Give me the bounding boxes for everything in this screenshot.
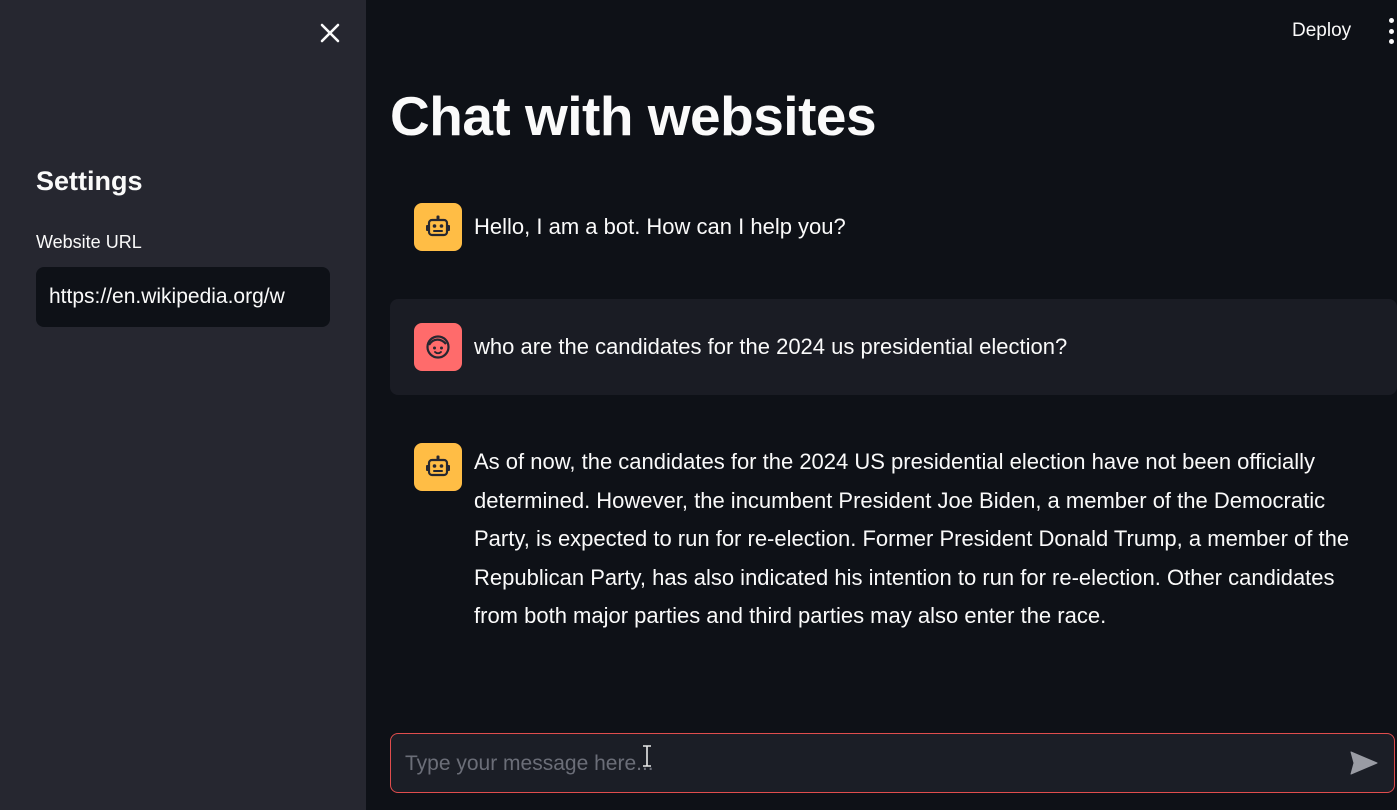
bot-avatar xyxy=(414,203,462,251)
deploy-button[interactable]: Deploy xyxy=(1280,14,1363,48)
website-url-input[interactable] xyxy=(36,267,330,327)
message-text: who are the candidates for the 2024 us p… xyxy=(474,334,1068,359)
website-url-label: Website URL xyxy=(36,232,142,252)
send-button[interactable] xyxy=(1348,748,1380,778)
user-avatar xyxy=(414,323,462,371)
chat-message-bot: As of now, the candidates for the 2024 U… xyxy=(390,443,1397,643)
send-icon xyxy=(1350,751,1378,775)
chat-input-container xyxy=(390,733,1395,794)
page-title: Chat with websites xyxy=(390,85,877,147)
robot-icon xyxy=(426,455,450,477)
face-icon xyxy=(426,335,450,359)
sidebar-title: Settings xyxy=(36,166,143,196)
sidebar: Settings Website URL xyxy=(0,0,366,810)
close-sidebar-button[interactable] xyxy=(316,19,344,47)
chat-message-input[interactable] xyxy=(403,734,1337,794)
main-menu-button[interactable] xyxy=(1386,18,1397,44)
close-icon xyxy=(320,23,340,43)
vertical-dots-icon xyxy=(1389,18,1394,23)
bot-avatar xyxy=(414,443,462,491)
message-text: Hello, I am a bot. How can I help you? xyxy=(474,214,846,239)
message-text: As of now, the candidates for the 2024 U… xyxy=(474,449,1350,628)
chat-message-bot: Hello, I am a bot. How can I help you? xyxy=(390,203,1397,263)
chat-message-user: who are the candidates for the 2024 us p… xyxy=(390,299,1397,395)
robot-icon xyxy=(426,215,450,237)
text-cursor-icon xyxy=(643,745,651,767)
